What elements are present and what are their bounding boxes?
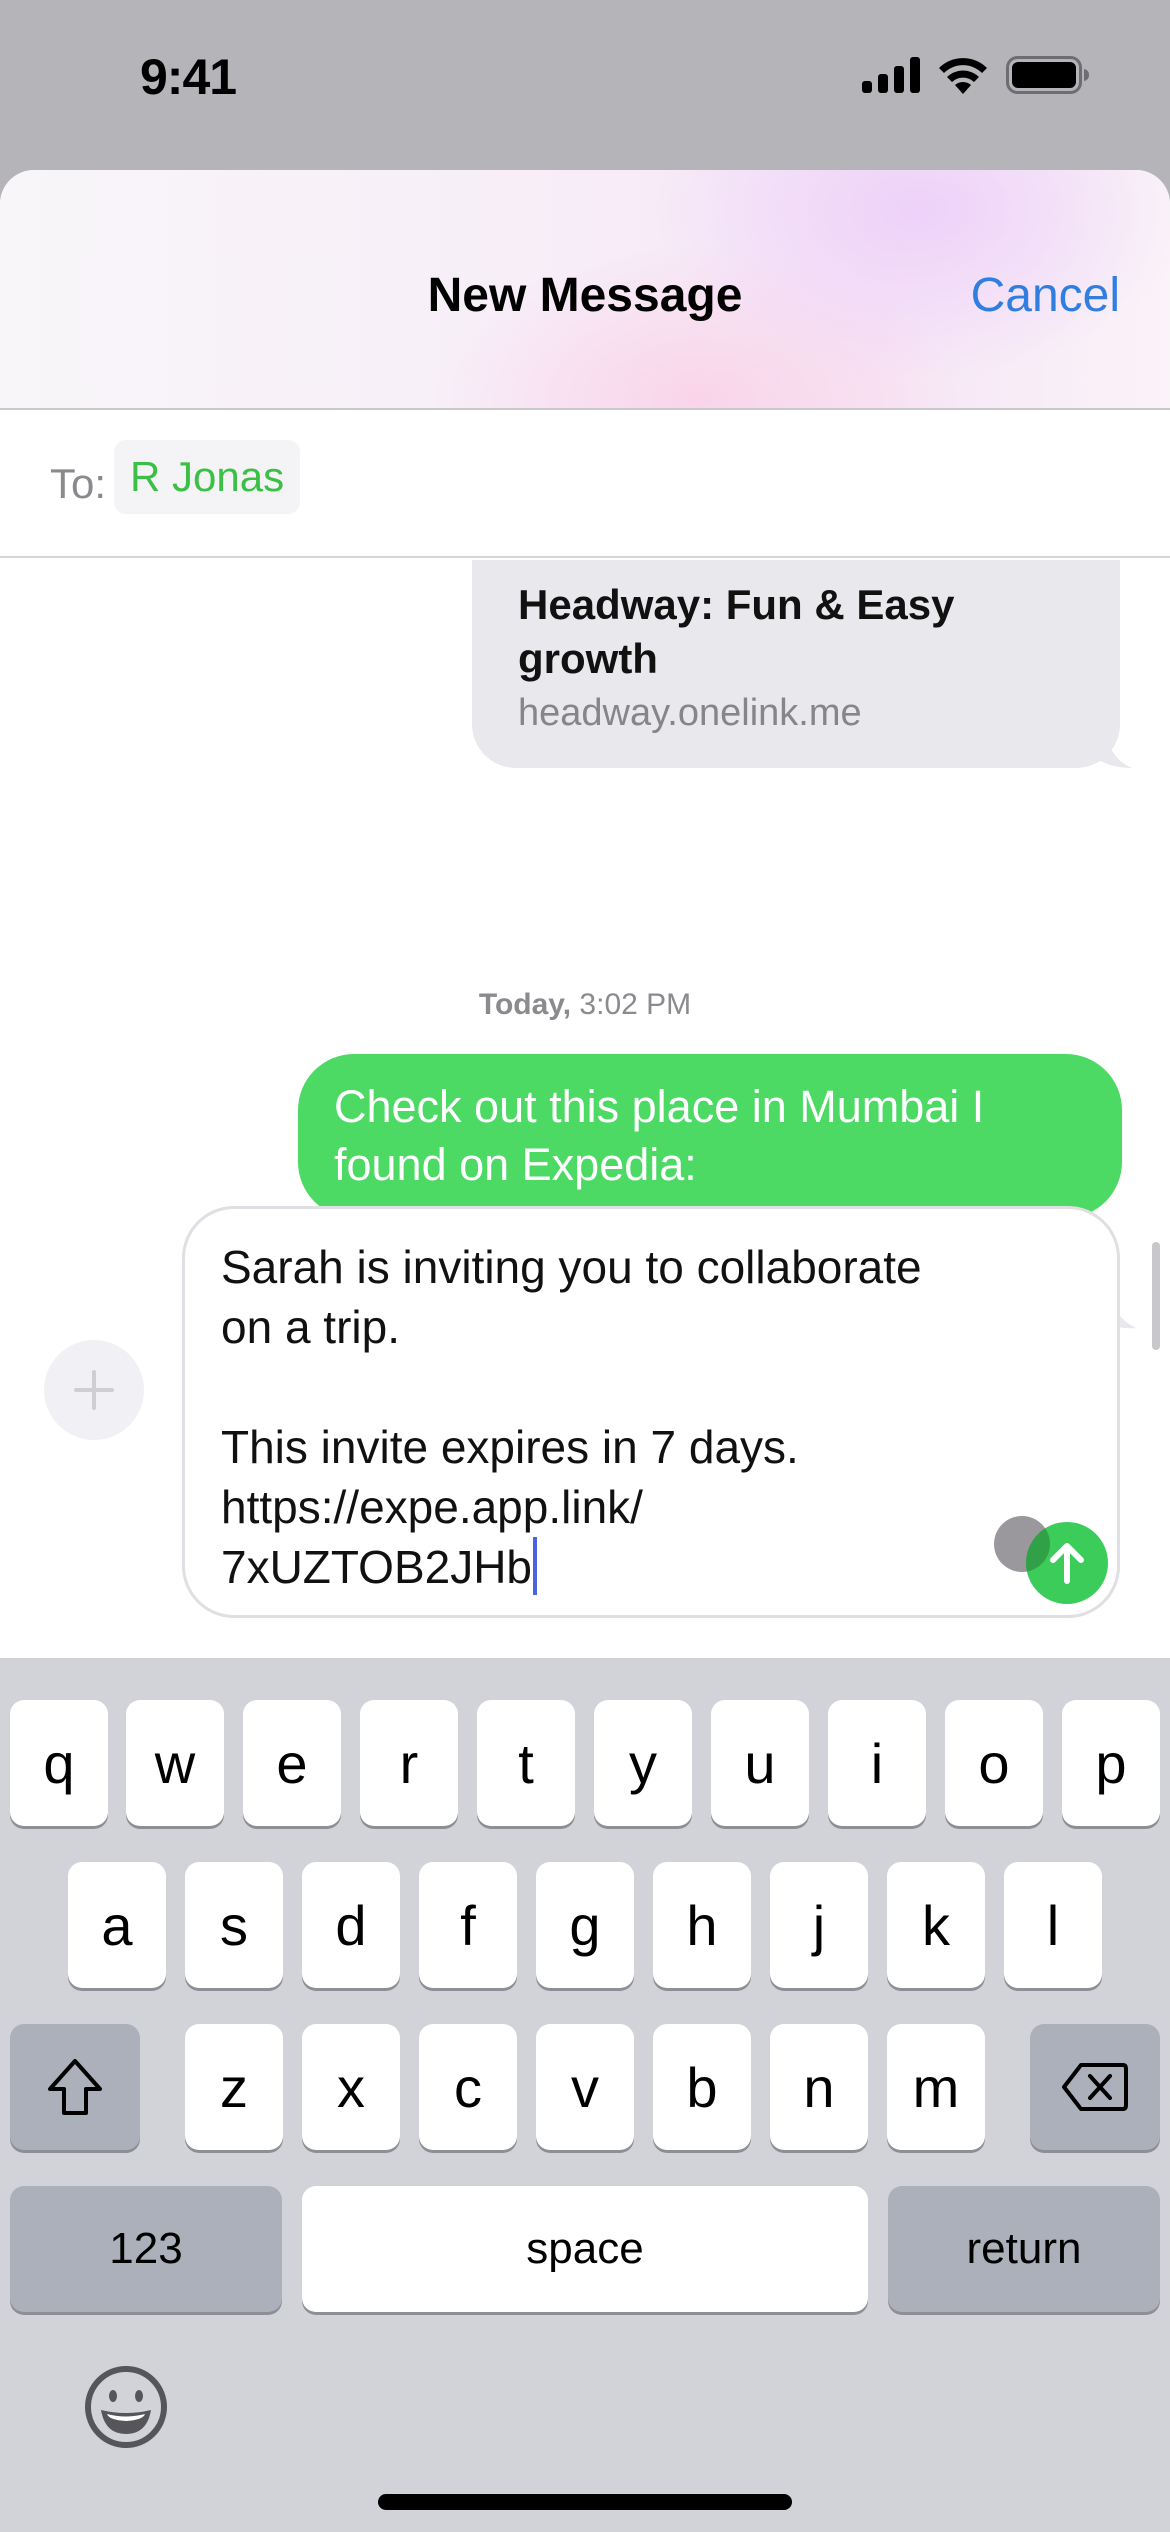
message-text-line: Check out this place in Mumbai I [334,1081,985,1132]
recipient-chip[interactable]: R Jonas [114,440,301,514]
link-preview-domain: headway.onelink.me [518,692,862,734]
wifi-icon [939,58,987,94]
bubble-tail [1096,728,1132,768]
message-input-line: This invite expires in 7 days. [221,1421,799,1473]
key-o[interactable]: o [945,1700,1043,1826]
message-input-line: Sarah is inviting you to collaborate [221,1241,922,1293]
key-r[interactable]: r [360,1700,458,1826]
sent-message-bubble[interactable]: Check out this place in Mumbai I found o… [298,1054,1122,1218]
key-t[interactable]: t [477,1700,575,1826]
key-z[interactable]: z [185,2024,283,2150]
link-preview-title: Headway: Fun & Easy growth [518,578,1074,686]
text-cursor [533,1537,538,1595]
return-key[interactable]: return [888,2186,1160,2312]
keyboard: q w e r t y u i o p a s d f g h j k l z … [0,1658,1170,2532]
message-input-line: on a trip. [221,1301,400,1353]
cellular-signal-icon [862,57,920,93]
key-k[interactable]: k [887,1862,985,1988]
key-a[interactable]: a [68,1862,166,1988]
key-y[interactable]: y [594,1700,692,1826]
arrow-up-icon [1050,1543,1084,1584]
key-x[interactable]: x [302,2024,400,2150]
key-n[interactable]: n [770,2024,868,2150]
key-d[interactable]: d [302,1862,400,1988]
to-label: To: [50,460,107,507]
status-icons [862,56,1090,94]
delete-key[interactable] [1030,2024,1160,2150]
message-input[interactable]: Sarah is inviting you to collaborate on … [182,1206,1120,1618]
link-preview-bubble[interactable]: Headway: Fun & Easy growth headway.oneli… [472,560,1120,768]
key-w[interactable]: w [126,1700,224,1826]
key-s[interactable]: s [185,1862,283,1988]
recipient-row[interactable]: To: R Jonas [0,412,1170,558]
add-attachment-button[interactable] [44,1340,144,1440]
nav-header: New Message Cancel [0,170,1170,410]
timestamp-day: Today, [478,988,572,1021]
key-m[interactable]: m [887,2024,985,2150]
message-input-line: https://expe.app.link/ [221,1481,643,1533]
key-q[interactable]: q [10,1700,108,1826]
home-indicator[interactable] [378,2494,792,2510]
cancel-button[interactable]: Cancel [971,268,1120,323]
key-h[interactable]: h [653,1862,751,1988]
status-bar: 9:41 [0,0,1170,160]
link-preview-title-line: Headway: Fun & Easy [518,581,955,628]
key-i[interactable]: i [828,1700,926,1826]
status-time: 9:41 [140,49,237,105]
key-c[interactable]: c [419,2024,517,2150]
key-v[interactable]: v [536,2024,634,2150]
key-p[interactable]: p [1062,1700,1160,1826]
timestamp-time: 3:02 PM [579,988,692,1021]
key-l[interactable]: l [1004,1862,1102,1988]
emoji-button[interactable] [78,2360,174,2456]
emoji-icon [85,2365,167,2448]
key-e[interactable]: e [243,1700,341,1826]
shift-icon [48,2059,102,2115]
message-input-last-line: 7xUZTOB2JHb [221,1537,1081,1597]
shift-key[interactable] [10,2024,140,2150]
key-f[interactable]: f [419,1862,517,1988]
message-input-line: 7xUZTOB2JHb [221,1541,533,1593]
key-j[interactable]: j [770,1862,868,1988]
battery-icon [1006,56,1089,94]
scroll-indicator[interactable] [1152,1242,1160,1350]
timestamp: Today, 3:02 PM [0,988,1170,1022]
delete-icon [1062,2063,1128,2111]
key-g[interactable]: g [536,1862,634,1988]
numbers-key[interactable]: 123 [10,2186,282,2312]
plus-icon [74,1370,114,1410]
link-preview-title-line: growth [518,635,658,682]
space-key[interactable]: space [302,2186,868,2312]
key-u[interactable]: u [711,1700,809,1826]
message-input-line [221,1357,1081,1417]
message-text-line: found on Expedia: [334,1139,697,1190]
key-b[interactable]: b [653,2024,751,2150]
